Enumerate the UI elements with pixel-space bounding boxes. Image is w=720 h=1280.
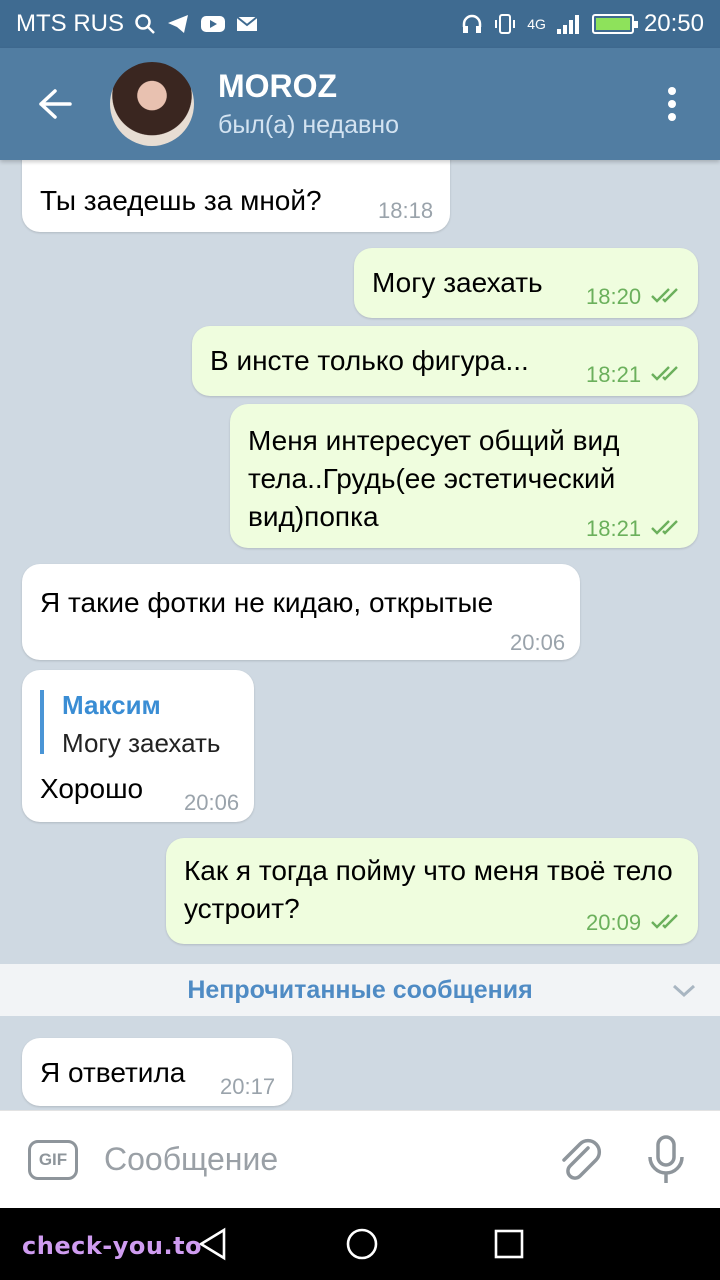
message-time: 18:21 (586, 362, 642, 387)
message-text: Ты заедешь за мной? (40, 185, 322, 216)
message-text: Могу заехать (372, 267, 543, 298)
chat-title-block[interactable]: MOROZ был(а) недавно (218, 68, 624, 140)
mail-icon (236, 14, 260, 34)
signal-icon (556, 13, 582, 35)
network-type-label: 4G (527, 16, 546, 32)
battery-icon (591, 14, 638, 34)
double-check-icon (651, 366, 678, 381)
message-bubble[interactable]: Я такие фотки не кидаю, открытые 20:06 (22, 564, 580, 660)
attach-button[interactable] (544, 1120, 616, 1200)
message-time: 18:20 (586, 284, 642, 309)
nav-home-icon[interactable] (345, 1227, 379, 1261)
vibrate-icon (493, 12, 517, 36)
message-bubble[interactable]: Максим Могу заехать Хорошо 20:06 (22, 670, 254, 822)
headphones-icon (461, 13, 483, 35)
message-bubble[interactable]: Ты заедешь за мной? 18:18 (22, 160, 450, 232)
message-bubble[interactable]: Могу заехать 18:20 (354, 248, 698, 318)
battery-level (595, 18, 630, 30)
double-check-icon (651, 520, 678, 535)
voice-message-button[interactable] (630, 1120, 702, 1200)
contact-status: был(а) недавно (218, 111, 400, 139)
message-input[interactable] (104, 1141, 544, 1178)
message-time: 20:06 (510, 630, 566, 655)
message-text: Я ответила (40, 1057, 186, 1088)
more-options-button[interactable] (624, 48, 720, 160)
message-time: 18:18 (378, 198, 434, 223)
status-bar: MTS RUS 4G 20:50 (0, 0, 720, 48)
microphone-icon (648, 1134, 684, 1183)
chevron-down-icon[interactable] (670, 976, 698, 1004)
status-right: 4G 20:50 (461, 10, 704, 38)
unread-label: Непрочитанные сообщения (187, 975, 533, 1004)
watermark: check-you.to (22, 1232, 203, 1260)
contact-name: MOROZ (218, 68, 338, 104)
double-check-icon (651, 914, 678, 929)
message-composer: GIF (0, 1110, 720, 1208)
gif-button[interactable]: GIF (28, 1139, 78, 1180)
double-check-icon (651, 288, 678, 303)
back-button[interactable] (0, 48, 110, 160)
youtube-icon (200, 14, 226, 34)
telegram-icon (166, 13, 190, 35)
message-time: 20:17 (220, 1074, 276, 1099)
message-bubble[interactable]: Меня интересует общий вид тела..Грудь(ее… (230, 404, 698, 548)
back-arrow-icon (39, 89, 72, 119)
chat-area[interactable]: Ты заедешь за мной? 18:18 Могу заехать 1… (0, 160, 720, 1110)
more-vert-icon (668, 87, 676, 121)
unread-messages-divider: Непрочитанные сообщения (0, 964, 720, 1016)
status-time: 20:50 (643, 10, 704, 37)
reply-text: Могу заехать (62, 728, 221, 758)
message-text: В инсте только фигура... (210, 345, 529, 376)
message-bubble[interactable]: Я ответила 20:17 (22, 1038, 292, 1106)
chat-header: MOROZ был(а) недавно (0, 48, 720, 160)
paperclip-icon (562, 1138, 602, 1180)
message-text: Я такие фотки не кидаю, открытые (40, 587, 494, 618)
status-left: MTS RUS (16, 10, 260, 38)
nav-recents-icon[interactable] (494, 1229, 524, 1259)
message-time: 18:21 (586, 516, 642, 541)
carrier-label: MTS RUS (16, 10, 124, 37)
reply-author: Максим (62, 690, 161, 720)
message-time: 20:06 (184, 790, 240, 815)
avatar[interactable] (110, 62, 194, 146)
message-bubble[interactable]: Как я тогда пойму что меня твоё тело уст… (166, 838, 698, 944)
search-icon (134, 13, 156, 35)
message-text: Хорошо (40, 773, 144, 804)
message-bubble[interactable]: В инсте только фигура... 18:21 (192, 326, 698, 396)
reply-quote-bar (40, 690, 44, 754)
message-time: 20:09 (586, 910, 642, 935)
